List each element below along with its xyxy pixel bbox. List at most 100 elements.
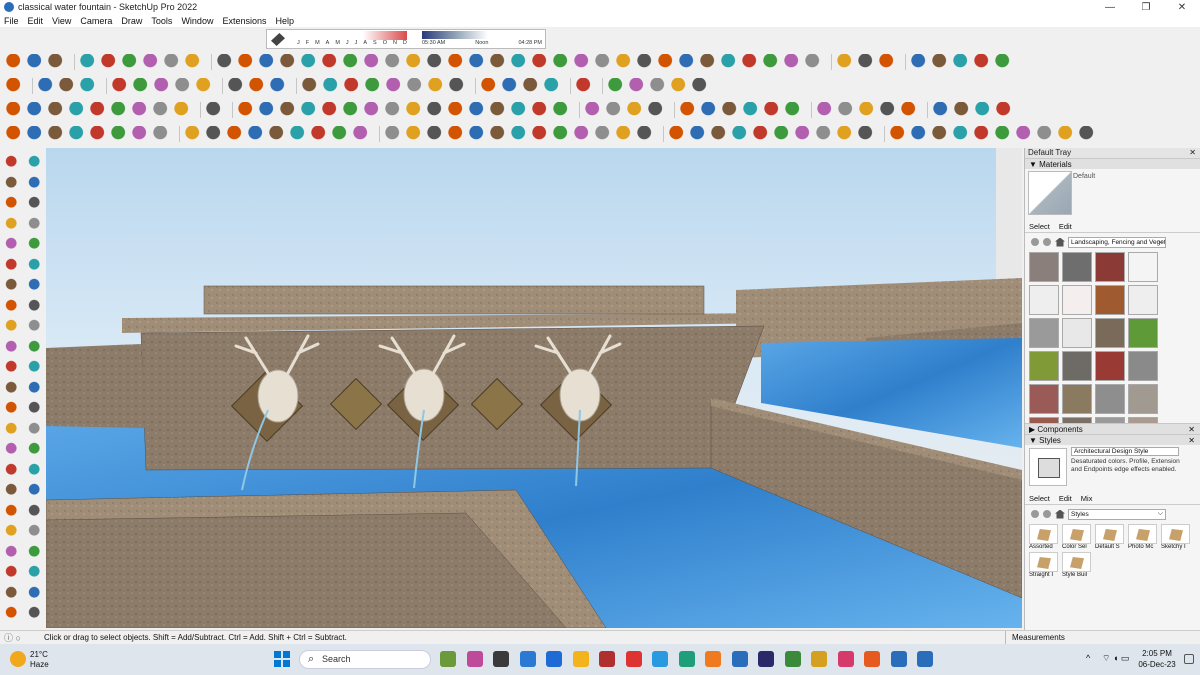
home-icon[interactable]	[1055, 509, 1065, 519]
toolbar-tool-icon[interactable]	[1079, 126, 1097, 142]
toolbar-tool-icon[interactable]	[648, 102, 666, 118]
model-viewport[interactable]	[46, 148, 1022, 628]
toolbar-tool-icon[interactable]	[448, 54, 466, 70]
tool-palette-icon[interactable]	[27, 502, 43, 519]
tool-palette-icon[interactable]	[4, 502, 20, 519]
toolbar-tool-icon[interactable]	[6, 54, 24, 70]
toolbar-tool-icon[interactable]	[302, 78, 320, 94]
toolbar-tool-icon[interactable]	[259, 54, 277, 70]
toolbar-tool-icon[interactable]	[574, 54, 592, 70]
toolbar-tool-icon[interactable]	[206, 102, 224, 118]
toolbar-tool-icon[interactable]	[954, 102, 972, 118]
tool-palette-icon[interactable]	[4, 338, 20, 355]
toolbar-tool-icon[interactable]	[290, 126, 308, 142]
toolbar-tool-icon[interactable]	[259, 102, 277, 118]
tool-palette-icon[interactable]	[27, 174, 43, 191]
toolbar-tool-icon[interactable]	[364, 102, 382, 118]
material-swatch[interactable]	[1128, 351, 1158, 381]
toolbar-tool-icon[interactable]	[880, 102, 898, 118]
toolbar-tool-icon[interactable]	[27, 54, 45, 70]
toolbar-tool-icon[interactable]	[753, 126, 771, 142]
toolbar-tool-icon[interactable]	[143, 54, 161, 70]
material-swatch[interactable]	[1062, 318, 1092, 348]
toolbar-tool-icon[interactable]	[669, 126, 687, 142]
toolbar-tool-icon[interactable]	[38, 78, 56, 94]
toolbar-tool-icon[interactable]	[449, 78, 467, 94]
toolbar-tool-icon[interactable]	[90, 102, 108, 118]
tool-palette-icon[interactable]	[27, 523, 43, 539]
taskbar-app-icon[interactable]	[784, 651, 801, 667]
tray-overflow-icon[interactable]: ^	[1086, 653, 1090, 663]
menu-extensions[interactable]: Extensions	[222, 16, 266, 26]
style-item[interactable]: Sketchy I	[1161, 524, 1192, 550]
toolbar-tool-icon[interactable]	[1058, 126, 1076, 142]
toolbar-tool-icon[interactable]	[995, 126, 1013, 142]
material-swatch[interactable]	[1095, 384, 1125, 414]
toolbar-tool-icon[interactable]	[481, 78, 499, 94]
toolbar-tool-icon[interactable]	[996, 102, 1014, 118]
styles-collection-select[interactable]: Styles	[1068, 508, 1166, 520]
menu-edit[interactable]: Edit	[28, 16, 44, 26]
toolbar-tool-icon[interactable]	[490, 102, 508, 118]
toolbar-tool-icon[interactable]	[795, 126, 813, 142]
tool-palette-icon[interactable]	[27, 564, 43, 580]
toolbar-tool-icon[interactable]	[523, 78, 541, 94]
tool-palette-icon[interactable]	[4, 564, 20, 580]
tool-palette-icon[interactable]	[27, 400, 43, 416]
toolbar-tool-icon[interactable]	[469, 126, 487, 142]
toolbar-tool-icon[interactable]	[27, 102, 45, 118]
tool-palette-icon[interactable]	[4, 523, 20, 539]
material-swatch[interactable]	[1029, 285, 1059, 315]
taskbar-app-icon[interactable]	[493, 651, 509, 667]
toolbar-tool-icon[interactable]	[837, 54, 855, 70]
toolbar-tool-icon[interactable]	[407, 78, 425, 94]
toolbar-tool-icon[interactable]	[448, 102, 466, 118]
back-arrow-icon[interactable]	[1031, 510, 1039, 518]
taskbar-app-icon[interactable]	[917, 651, 933, 667]
toolbar-tool-icon[interactable]	[679, 54, 697, 70]
tool-palette-icon[interactable]	[4, 277, 20, 293]
toolbar-tool-icon[interactable]	[700, 54, 718, 70]
toolbar-tool-icon[interactable]	[616, 54, 634, 70]
taskbar-app-icon[interactable]	[466, 651, 483, 667]
toolbar-tool-icon[interactable]	[154, 78, 172, 94]
material-swatch[interactable]	[1128, 384, 1158, 414]
toolbar-tool-icon[interactable]	[784, 54, 802, 70]
toolbar-tool-icon[interactable]	[574, 126, 592, 142]
tool-palette-icon[interactable]	[4, 236, 20, 252]
tool-palette-icon[interactable]	[27, 277, 43, 293]
toolbar-tool-icon[interactable]	[206, 126, 224, 142]
toolbar-tool-icon[interactable]	[658, 54, 676, 70]
toolbar-tool-icon[interactable]	[6, 126, 24, 142]
menu-draw[interactable]: Draw	[121, 16, 142, 26]
tool-palette-icon[interactable]	[4, 195, 20, 211]
menu-file[interactable]: File	[4, 16, 19, 26]
toolbar-tool-icon[interactable]	[80, 78, 98, 94]
toolbar-tool-icon[interactable]	[511, 54, 529, 70]
toolbar-tool-icon[interactable]	[627, 102, 645, 118]
taskbar-app-icon[interactable]	[678, 651, 695, 667]
toolbar-tool-icon[interactable]	[680, 102, 698, 118]
tool-palette-icon[interactable]	[27, 543, 43, 560]
tool-palette-icon[interactable]	[27, 236, 43, 252]
style-item[interactable]: Style Buil	[1062, 552, 1093, 578]
materials-tab-select[interactable]: Select	[1029, 222, 1050, 231]
toolbar-tool-icon[interactable]	[532, 102, 550, 118]
toolbar-tool-icon[interactable]	[616, 126, 634, 142]
toolbar-tool-icon[interactable]	[764, 102, 782, 118]
toolbar-tool-icon[interactable]	[311, 126, 329, 142]
toolbar-tool-icon[interactable]	[111, 102, 129, 118]
toolbar-tool-icon[interactable]	[553, 126, 571, 142]
toolbar-tool-icon[interactable]	[1016, 126, 1034, 142]
toolbar-tool-icon[interactable]	[69, 102, 87, 118]
taskbar-app-icon[interactable]	[758, 651, 774, 667]
toolbar-tool-icon[interactable]	[153, 102, 171, 118]
taskbar-app-icon[interactable]	[519, 651, 536, 667]
tool-palette-icon[interactable]	[27, 359, 43, 375]
toolbar-tool-icon[interactable]	[132, 102, 150, 118]
tool-palette-icon[interactable]	[4, 543, 20, 560]
menu-help[interactable]: Help	[275, 16, 294, 26]
material-swatch[interactable]	[1062, 384, 1092, 414]
weather-widget[interactable]: 21°C Haze	[10, 648, 70, 672]
material-swatch[interactable]	[1128, 285, 1158, 315]
